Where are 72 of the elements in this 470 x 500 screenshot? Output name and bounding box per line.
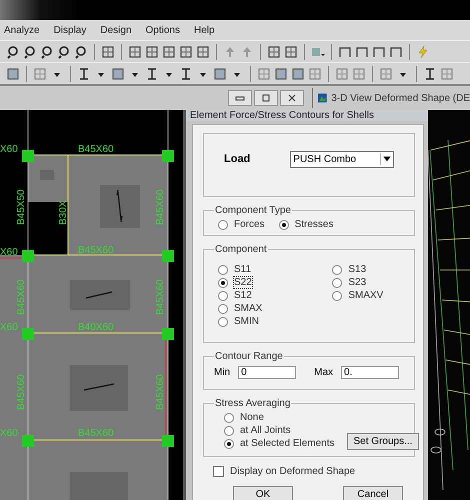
set-groups-button[interactable]: Set Groups... [346,433,420,450]
bar-tool-icon[interactable] [77,66,91,80]
beam-label: B45X60 [16,279,27,315]
beam-label: X60 [0,322,18,333]
view-icon [318,92,328,104]
bar-tool-icon[interactable] [423,66,437,80]
group-title: Contour Range [214,351,284,362]
radio-option[interactable]: Forces [218,218,265,231]
beam-label: B45X60 [78,428,114,439]
frame-tool-icon[interactable] [372,44,386,58]
group-title: Component [214,244,268,255]
radio-option[interactable]: at Selected Elements [224,437,334,450]
min-label: Min [214,367,230,378]
grid-tool-icon[interactable] [267,44,281,58]
group-title: Component Type [214,205,292,216]
zoom-tool-icon[interactable] [74,44,88,58]
max-input[interactable]: 0. [341,366,400,379]
zoom-tool-icon[interactable] [57,44,71,58]
beam-label: B45X60 [155,189,166,225]
dialog-button[interactable]: Cancel [343,486,403,500]
grid-tool-icon[interactable] [145,44,159,58]
load-dropdown[interactable]: PUSH Combo [290,150,394,168]
radio-option[interactable]: S13 [332,263,384,276]
menu-item[interactable]: Analyze [4,24,40,36]
window-title: 3-D View Deformed Shape (DE [331,92,470,104]
beam-label: B45X60 [78,144,114,155]
frame-tool-icon[interactable] [389,44,403,58]
beam-label: B45X50 [16,189,27,225]
beam-label: B40X60 [78,322,114,333]
beam-label: B45X60 [155,279,166,315]
frame-tool-icon[interactable] [338,44,352,58]
maximize-icon [261,93,271,103]
radio-option[interactable]: SMIN [218,315,262,328]
menu-item[interactable]: Design [100,24,132,36]
zoom-tool-icon[interactable] [23,44,37,58]
zoom-tool-icon[interactable] [6,44,20,58]
frame-tool-icon[interactable] [355,44,369,58]
minimize-button[interactable] [228,90,252,106]
radio-option[interactable]: SMAX [218,302,262,315]
deformed-shape-checkbox[interactable]: Display on Deformed Shape [203,465,415,478]
grid-tool-icon[interactable] [162,44,176,58]
beam-label: X60 [0,144,18,155]
beam-label: B30X [58,200,69,225]
radio-option[interactable]: None [224,411,334,424]
max-label: Max [314,367,334,378]
radio-option[interactable]: at All Joints [224,424,334,437]
radio-option[interactable]: S22 [218,276,262,289]
radio-option[interactable]: SMAXV [332,289,384,302]
radio-option[interactable]: S23 [332,276,384,289]
radio-option[interactable]: S12 [218,289,262,302]
beam-label: B45X60 [16,374,27,410]
beam-label: X60 [0,247,18,258]
menu-item[interactable]: Display [54,24,86,36]
beam-label: B45X60 [78,245,114,256]
close-icon [287,93,297,103]
bar-tool-icon[interactable] [145,66,159,80]
beam-label: X60 [0,428,18,439]
maximize-button[interactable] [254,90,278,106]
menu-item[interactable]: Help [194,24,215,36]
load-label: Load [224,153,250,165]
dropdown-arrow-icon [380,153,394,165]
group-title: Stress Averaging [214,398,292,409]
radio-option[interactable]: S11 [218,263,262,276]
beam-label: B45X60 [155,374,166,410]
dialog-button[interactable]: OK [233,486,293,500]
menu-item[interactable]: Options [146,24,180,36]
radio-option[interactable]: Stresses [278,218,334,231]
bar-tool-icon[interactable] [179,66,193,80]
dialog-title: Element Force/Stress Contours for Shells [186,110,428,121]
min-input[interactable]: 0 [238,366,296,379]
close-button[interactable] [280,90,304,106]
zoom-tool-icon[interactable] [40,44,54,58]
